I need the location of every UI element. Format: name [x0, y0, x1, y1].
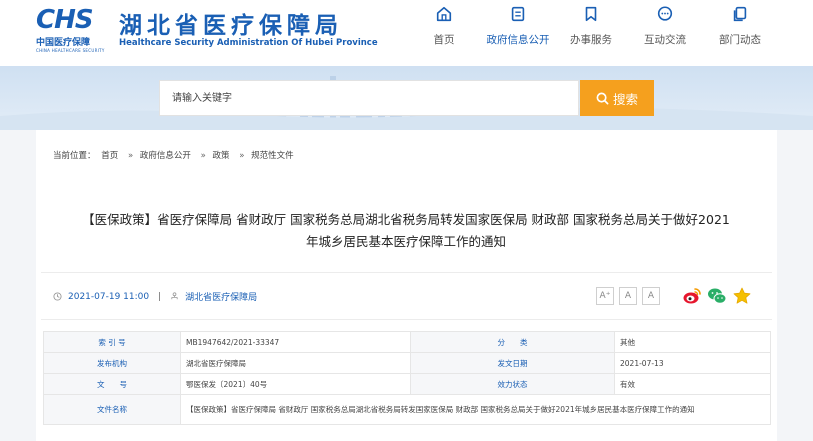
breadcrumb: 当前位置： 首页 » 政府信息公开 » 政策 » 规范性文件	[53, 149, 297, 161]
doc-number-value: 鄂医保发〔2021〕40号	[180, 373, 411, 395]
favorite-star-icon[interactable]	[732, 286, 752, 306]
copy-icon	[733, 6, 747, 22]
breadcrumb-item-normative-docs[interactable]: 规范性文件	[251, 151, 294, 161]
breadcrumb-separator: »	[200, 151, 206, 161]
font-size-large-button[interactable]: A⁺	[596, 287, 614, 305]
document-icon	[511, 6, 525, 22]
logo-mark: CHS	[36, 5, 94, 35]
site-subtitle: Healthcare Security Administration Of Hu…	[119, 38, 378, 48]
article-meta-bar: 2021-07-19 11:00 | 湖北省医疗保障局 A⁺ A A	[41, 272, 772, 320]
wechat-icon[interactable]	[707, 286, 727, 306]
issue-date-value: 2021-07-13	[614, 352, 771, 374]
nav-item-interaction[interactable]: 互动交流	[629, 4, 701, 47]
font-size-medium-button[interactable]: A	[619, 287, 637, 305]
article-meta: 2021-07-19 11:00 | 湖北省医疗保障局	[53, 290, 257, 303]
weibo-icon[interactable]	[682, 286, 702, 306]
nav-item-services[interactable]: 办事服务	[555, 4, 627, 47]
index-label: 索 引 号	[43, 331, 181, 353]
nav-item-news[interactable]: 部门动态	[704, 4, 776, 47]
logo-cn-text: 中国医疗保障	[36, 38, 91, 48]
clock-icon	[53, 292, 62, 301]
nav-label: 首页	[433, 34, 455, 46]
site-logo[interactable]: CHS 中国医疗保障 CHINA HEALTHCARE SECURITY	[36, 6, 114, 53]
organization-icon	[171, 292, 178, 300]
breadcrumb-item-policy[interactable]: 政策	[212, 151, 229, 161]
search-button[interactable]: 搜索	[580, 80, 654, 116]
logo-en-text: CHINA HEALTHCARE SECURITY	[36, 48, 105, 53]
article-tools: A⁺ A A	[596, 286, 752, 306]
doc-name-label: 文件名称	[43, 394, 181, 425]
doc-number-label: 文 号	[43, 373, 181, 395]
breadcrumb-item-gov-info[interactable]: 政府信息公开	[140, 151, 191, 161]
search-icon	[596, 92, 609, 104]
bookmark-icon	[585, 6, 597, 22]
status-label: 效力状态	[410, 373, 615, 395]
nav-label: 办事服务	[570, 34, 612, 46]
font-size-small-button[interactable]: A	[642, 287, 660, 305]
status-value: 有效	[614, 373, 771, 395]
nav-item-home[interactable]: 首页	[408, 4, 480, 47]
article-source: 湖北省医疗保障局	[185, 293, 258, 303]
table-row: 文 号 鄂医保发〔2021〕40号 效力状态 有效	[43, 373, 771, 395]
category-label: 分 类	[410, 331, 615, 353]
meta-divider: |	[158, 291, 162, 302]
table-row: 文件名称 【医保政策】省医疗保障局 省财政厅 国家税务总局湖北省税务局转发国家医…	[43, 394, 771, 425]
site-title: 湖北省医疗保障局	[119, 13, 343, 39]
nav-item-gov-info[interactable]: 政府信息公开	[482, 4, 554, 47]
home-icon	[436, 6, 452, 22]
search-button-label: 搜索	[612, 91, 638, 107]
main-nav: 首页 政府信息公开 办事服务 互动交流 部门动态	[420, 4, 813, 60]
nav-label: 互动交流	[644, 34, 686, 46]
content-card: 当前位置： 首页 » 政府信息公开 » 政策 » 规范性文件 【医保政策】省医疗…	[36, 130, 777, 441]
table-row: 发布机构 湖北省医疗保障局 发文日期 2021-07-13	[43, 352, 771, 374]
nav-label: 部门动态	[719, 34, 761, 46]
search-box	[159, 80, 579, 116]
table-row: 索 引 号 MB1947642/2021-33347 分 类 其他	[43, 331, 771, 353]
index-value: MB1947642/2021-33347	[180, 331, 411, 353]
nav-label: 政府信息公开	[486, 34, 550, 46]
chat-icon	[657, 6, 673, 21]
category-value: 其他	[614, 331, 771, 353]
breadcrumb-separator: »	[239, 151, 245, 161]
article-title: 【医保政策】省医疗保障局 省财政厅 国家税务总局湖北省税务局转发国家医保局 财政…	[82, 212, 730, 249]
issue-date-label: 发文日期	[410, 352, 615, 374]
document-info-table: 索 引 号 MB1947642/2021-33347 分 类 其他 发布机构 湖…	[43, 331, 771, 425]
breadcrumb-item-home[interactable]: 首页	[101, 151, 118, 161]
issuer-value: 湖北省医疗保障局	[180, 352, 411, 374]
breadcrumb-prefix: 当前位置：	[53, 151, 96, 161]
issuer-label: 发布机构	[43, 352, 181, 374]
site-header: CHS 中国医疗保障 CHINA HEALTHCARE SECURITY 湖北省…	[0, 0, 813, 66]
article-date: 2021-07-19 11:00	[68, 291, 150, 302]
search-input[interactable]	[160, 81, 578, 115]
doc-name-value: 【医保政策】省医疗保障局 省财政厅 国家税务总局湖北省税务局转发国家医保局 财政…	[180, 394, 771, 425]
breadcrumb-separator: »	[127, 151, 134, 161]
